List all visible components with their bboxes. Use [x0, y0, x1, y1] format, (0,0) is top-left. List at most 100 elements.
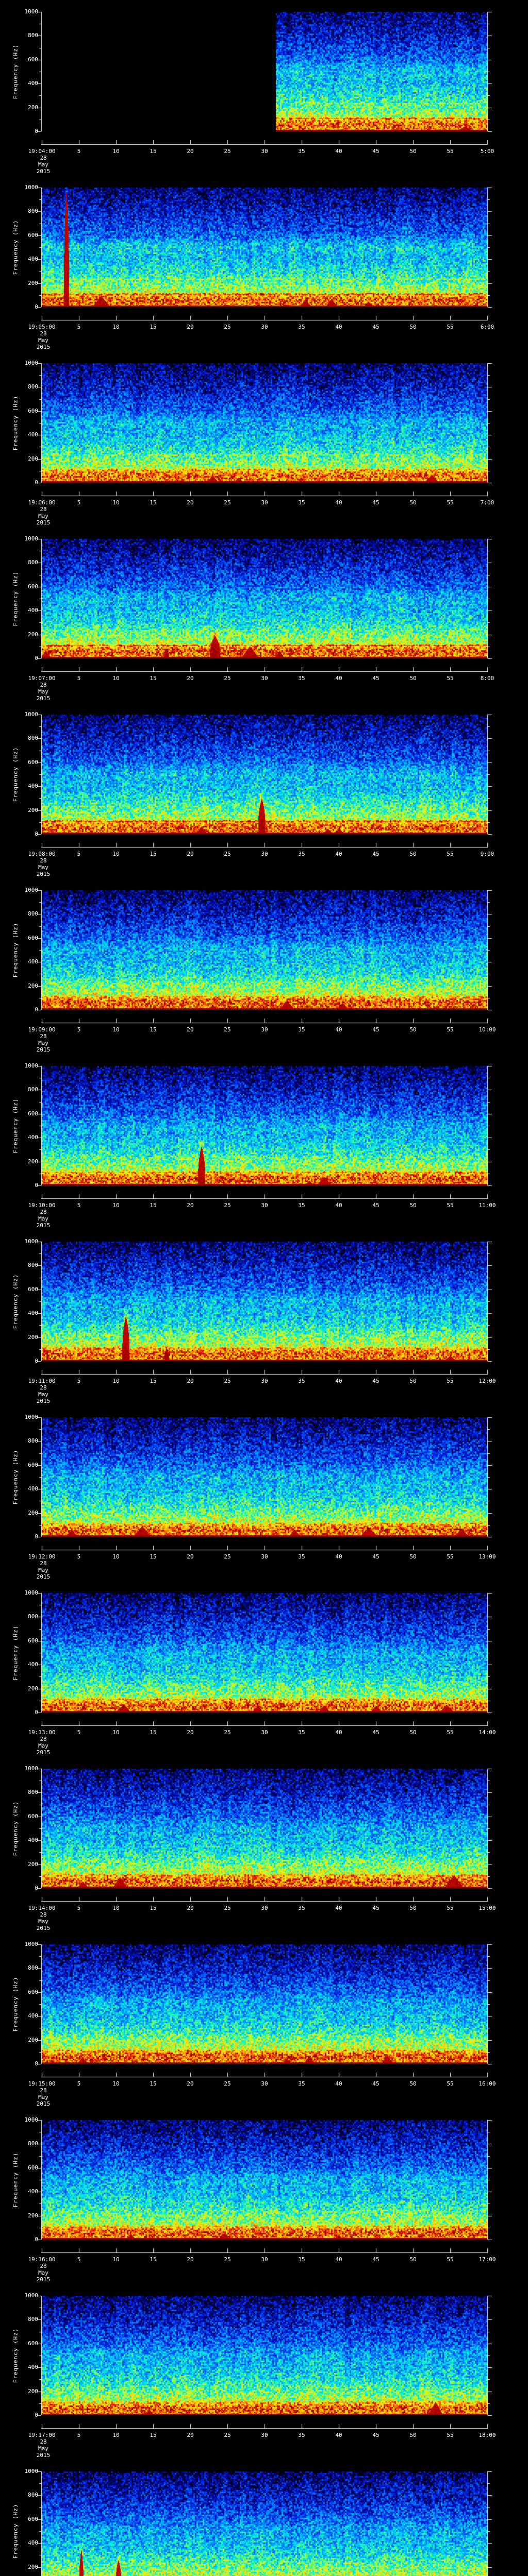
- x-tick-label: 15: [150, 1905, 157, 1911]
- x-tick-label: 35: [298, 2256, 305, 2263]
- x-tick-label: 5: [77, 2080, 81, 2087]
- x-tick-label: 40: [335, 1905, 342, 1911]
- panel-end-time: 16:00: [478, 2080, 496, 2087]
- x-tick-label: 15: [150, 324, 157, 330]
- y-tick-label: 1000: [24, 2468, 39, 2475]
- x-tick-label: 40: [335, 1378, 342, 1384]
- panel-end-time: 18:00: [478, 2432, 496, 2438]
- x-tick-label: 25: [224, 1729, 231, 1736]
- panel-date-line: 28: [40, 1736, 47, 1742]
- x-tick-label: 20: [187, 2080, 194, 2087]
- panel-date-line: May: [38, 1040, 48, 1046]
- y-tick-label: 200: [28, 1860, 38, 1868]
- x-tick-label: 30: [261, 851, 268, 857]
- x-tick-label: 30: [261, 148, 268, 155]
- x-tick-label: 10: [112, 2256, 120, 2263]
- panel-date-line: May: [38, 1742, 48, 1749]
- y-tick-label: 800: [28, 1437, 38, 1445]
- x-tick-label: 45: [372, 1729, 380, 1736]
- panel-date-line: May: [38, 161, 48, 168]
- spectrogram-panel: Frequency (Hz) 0 200 400 600 800 1000 5 10 15 20…: [0, 0, 528, 176]
- spectrogram-panel: Frequency (Hz) 0 200 400 600 800 1000 5 10 15 20…: [0, 1054, 528, 1230]
- y-tick-label: 800: [28, 735, 38, 742]
- y-tick-label: 200: [28, 455, 38, 462]
- panel-date-line: 2015: [36, 1925, 51, 1931]
- x-tick-label: 20: [187, 499, 194, 506]
- y-tick-label: 1000: [24, 1941, 39, 1947]
- y-axis-title: Frequency (Hz): [12, 1098, 19, 1154]
- x-tick-label: 55: [447, 2256, 454, 2263]
- y-tick-label: 600: [28, 934, 38, 941]
- panel-end-time: 14:00: [478, 1729, 496, 1736]
- y-tick-label: 200: [28, 982, 38, 989]
- y-tick-label: 800: [28, 1262, 38, 1269]
- y-tick-label: 200: [28, 1158, 38, 1165]
- y-tick-label: 400: [28, 607, 38, 614]
- x-tick-label: 30: [261, 1202, 268, 1209]
- y-tick-label: 1000: [24, 2116, 39, 2123]
- x-tick-label: 25: [224, 1026, 231, 1033]
- panel-date-line: 28: [40, 1033, 47, 1040]
- y-tick-label: 800: [28, 1086, 38, 1093]
- x-tick-label: 30: [261, 499, 268, 506]
- y-tick-label: 0: [35, 128, 38, 134]
- x-tick-label: 35: [298, 851, 305, 857]
- x-tick-label: 5: [77, 1378, 81, 1384]
- x-tick-label: 40: [335, 1729, 342, 1736]
- y-tick-label: 400: [28, 1310, 38, 1317]
- y-tick-label: 1000: [24, 1238, 39, 1245]
- x-tick-label: 35: [298, 2080, 305, 2087]
- x-tick-label: 35: [298, 1553, 305, 1560]
- y-tick-label: 200: [28, 1509, 38, 1516]
- panel-start-time: 19:14:00: [28, 1905, 56, 1911]
- x-tick-label: 35: [298, 1729, 305, 1736]
- panel-date-line: 2015: [36, 519, 51, 526]
- x-tick-label: 15: [150, 1026, 157, 1033]
- x-tick-label: 15: [150, 1378, 157, 1384]
- y-tick-label: 400: [28, 1661, 38, 1668]
- x-tick-label: 20: [187, 1202, 194, 1209]
- panel-date-line: May: [38, 2269, 48, 2276]
- panel-end-time: 8:00: [480, 675, 494, 682]
- x-tick-label: 45: [372, 499, 380, 506]
- y-tick-label: 400: [28, 958, 38, 965]
- panel-date-line: 28: [40, 1560, 47, 1567]
- panel-date-line: 2015: [36, 344, 51, 350]
- y-tick-label: 1000: [24, 360, 39, 366]
- y-tick-label: 0: [35, 2412, 38, 2418]
- panel-end-time: 7:00: [480, 499, 494, 506]
- y-tick-label: 400: [28, 1485, 38, 1493]
- y-tick-label: 0: [35, 1533, 38, 1540]
- panel-date-line: May: [38, 1918, 48, 1925]
- panel-end-time: 9:00: [480, 851, 494, 857]
- panel-date-line: 2015: [36, 1749, 51, 1756]
- panel-end-time: 15:00: [478, 1905, 496, 1911]
- panel-date-line: 28: [40, 155, 47, 161]
- x-tick-label: 45: [372, 1553, 380, 1560]
- panel-end-time: 17:00: [478, 2256, 496, 2263]
- x-tick-label: 40: [335, 675, 342, 682]
- x-tick-label: 35: [298, 324, 305, 330]
- y-axis-title: Frequency (Hz): [12, 2152, 19, 2208]
- y-axis-title: Frequency (Hz): [12, 2503, 19, 2559]
- y-tick-label: 400: [28, 2539, 38, 2547]
- x-tick-label: 20: [187, 148, 194, 155]
- x-tick-label: 15: [150, 675, 157, 682]
- x-tick-label: 5: [77, 1553, 81, 1560]
- x-tick-label: 50: [409, 2080, 417, 2087]
- panel-start-time: 19:06:00: [28, 499, 56, 506]
- x-tick-label: 40: [335, 2432, 342, 2438]
- x-tick-label: 50: [409, 1378, 417, 1384]
- x-tick-label: 35: [298, 1026, 305, 1033]
- x-tick-label: 50: [409, 851, 417, 857]
- spectrogram-panel: Frequency (Hz) 0 200 400 600 800 1000 5 10 15 20…: [0, 1757, 528, 1933]
- y-tick-label: 0: [35, 831, 38, 837]
- y-tick-label: 1000: [24, 1765, 39, 1772]
- y-tick-label: 600: [28, 1110, 38, 1117]
- panel-date-line: 2015: [36, 2100, 51, 2107]
- panel-date-line: May: [38, 513, 48, 519]
- x-tick-label: 50: [409, 1729, 417, 1736]
- x-tick-label: 55: [447, 1729, 454, 1736]
- panel-date-line: 2015: [36, 2276, 51, 2283]
- y-tick-label: 0: [35, 2236, 38, 2243]
